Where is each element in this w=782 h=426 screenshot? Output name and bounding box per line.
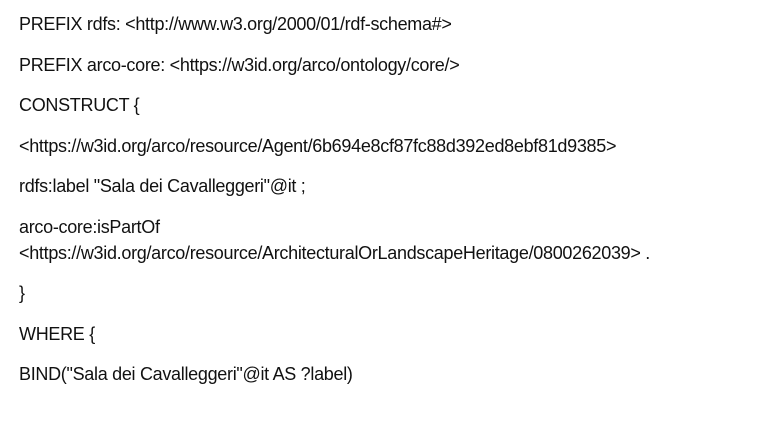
rdfs-label-line: rdfs:label "Sala dei Cavalleggeri"@it ; [19, 176, 306, 196]
is-part-of-predicate-line: arco-core:isPartOf [19, 216, 160, 237]
query-document: PREFIX rdfs: <http://www.w3.org/2000/01/… [19, 11, 769, 402]
agent-uri-line: <https://w3id.org/arco/resource/Agent/6b… [19, 135, 617, 156]
where-open-line: WHERE { [19, 323, 95, 344]
is-part-of-paragraph: arco-core:isPartOf <https://w3id.org/arc… [19, 214, 769, 266]
construct-close-line: } [19, 283, 25, 303]
prefix-arco-core-line: PREFIX arco-core: <https://w3id.org/arco… [19, 54, 460, 75]
bind-line: BIND("Sala dei Cavalleggeri"@it AS ?labe… [19, 364, 353, 384]
prefix-rdfs-line: PREFIX rdfs: <http://www.w3.org/2000/01/… [19, 14, 452, 34]
heritage-uri-line: <https://w3id.org/arco/resource/Architec… [19, 242, 650, 263]
construct-open-line: CONSTRUCT { [19, 95, 140, 115]
